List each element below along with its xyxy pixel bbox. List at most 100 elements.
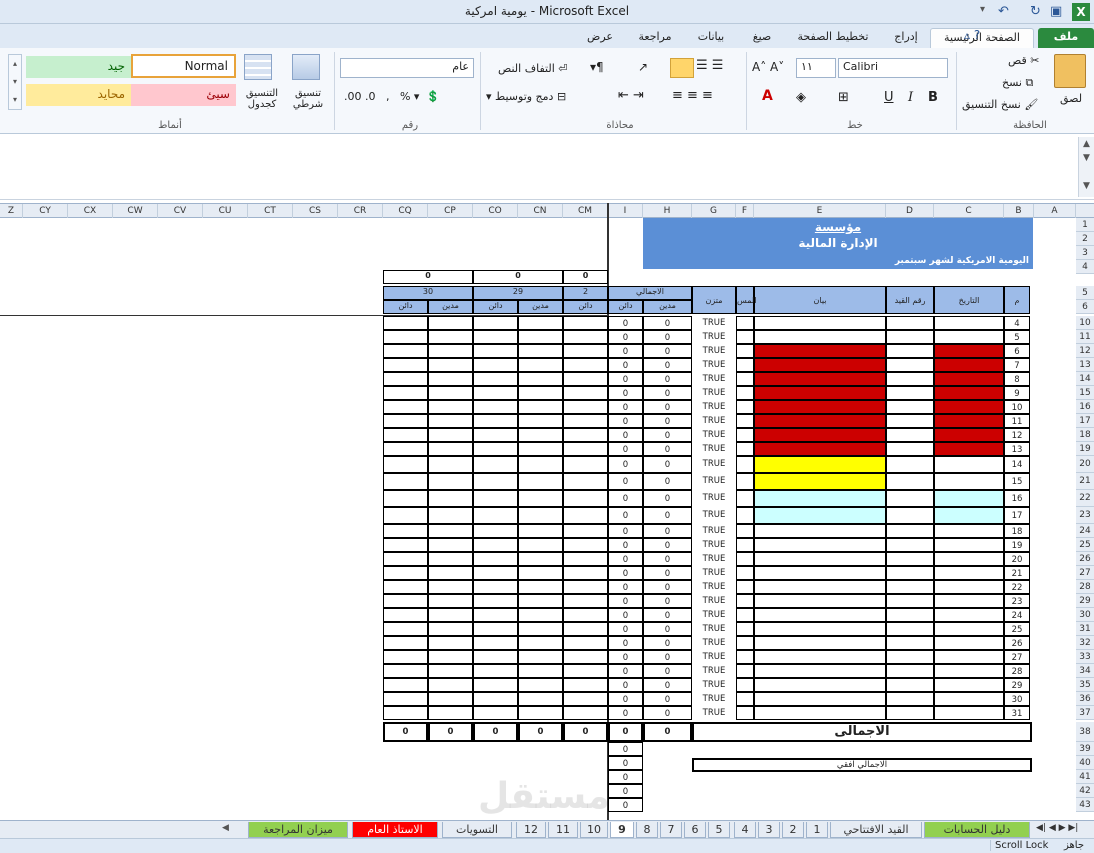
align-left-icon[interactable]: ≡ ≡ ≡ [672,88,713,103]
sheet-tab[interactable]: 7 [660,822,682,838]
f-cell[interactable] [736,636,754,650]
sheet-tab[interactable]: 2 [782,822,804,838]
row-number-cell[interactable]: 31 [1004,706,1030,720]
day-cell[interactable] [428,358,473,372]
tab-formulas[interactable]: صيغ [740,28,784,48]
copy-button[interactable]: نسخ ⧉ [1002,76,1033,90]
description-cell[interactable] [754,358,886,372]
entry-number-cell[interactable] [886,566,934,580]
sheet-tab[interactable]: القيد الافتتاحي [830,822,922,838]
day-cell[interactable] [383,428,428,442]
day-cell[interactable] [563,414,608,428]
font-name-select[interactable]: Calibri [838,58,948,78]
row-number-cell[interactable]: 18 [1004,524,1030,538]
day-cell[interactable] [518,706,563,720]
f-cell[interactable] [736,538,754,552]
entry-number-cell[interactable] [886,473,934,490]
description-cell[interactable] [754,580,886,594]
day-cell[interactable] [428,608,473,622]
entry-number-cell[interactable] [886,636,934,650]
day-cell[interactable] [563,372,608,386]
balanced-cell[interactable]: TRUE [692,692,736,706]
total-credit-cell[interactable]: 0 [608,386,643,400]
entry-number-cell[interactable] [886,414,934,428]
column-header-cell[interactable]: CN [518,204,563,218]
entry-number-cell[interactable] [886,650,934,664]
format-as-table-icon[interactable] [244,54,272,80]
day-cell[interactable] [563,608,608,622]
f-cell[interactable] [736,473,754,490]
total-credit-cell[interactable]: 0 [608,636,643,650]
date-cell[interactable] [934,608,1004,622]
horizontal-total-cell[interactable]: 0 [608,742,643,756]
day-cell[interactable] [383,692,428,706]
date-cell[interactable] [934,622,1004,636]
day-cell[interactable] [518,414,563,428]
row-number-cell[interactable]: 12 [1004,428,1030,442]
day-total-cell[interactable]: 0 [428,722,473,742]
row-number-cell[interactable]: 15 [1004,473,1030,490]
row-header[interactable]: 32 [1076,636,1094,650]
entry-number-cell[interactable] [886,316,934,330]
entry-number-cell[interactable] [886,442,934,456]
column-header-cell[interactable]: CV [158,204,203,218]
day-cell[interactable] [383,330,428,344]
date-cell[interactable] [934,552,1004,566]
entry-number-cell[interactable] [886,490,934,507]
day-cell[interactable] [473,608,518,622]
day-cell[interactable] [473,524,518,538]
day-cell[interactable] [428,538,473,552]
date-cell[interactable] [934,490,1004,507]
balanced-cell[interactable]: TRUE [692,473,736,490]
number-format-select[interactable]: عام [340,58,474,78]
description-cell[interactable] [754,608,886,622]
day-cell[interactable] [383,507,428,524]
total-debit-cell[interactable]: 0 [643,344,692,358]
row-header[interactable]: 25 [1076,538,1094,552]
description-cell[interactable] [754,538,886,552]
bold-button[interactable]: B [928,90,938,105]
day-cell[interactable] [428,473,473,490]
total-debit-cell[interactable]: 0 [643,636,692,650]
column-header-cell[interactable]: CT [248,204,293,218]
tab-page-layout[interactable]: تخطيط الصفحة [790,28,876,48]
balanced-cell[interactable]: TRUE [692,650,736,664]
day-cell[interactable] [428,580,473,594]
date-cell[interactable] [934,316,1004,330]
f-cell[interactable] [736,580,754,594]
date-cell[interactable] [934,414,1004,428]
balanced-cell[interactable]: TRUE [692,316,736,330]
total-credit-cell[interactable]: 0 [608,650,643,664]
total-debit-cell[interactable]: 0 [643,706,692,720]
total-credit-cell[interactable]: 0 [608,428,643,442]
row-header[interactable]: 28 [1076,580,1094,594]
day-cell[interactable] [473,358,518,372]
column-header-cell[interactable]: G [692,204,736,218]
day-cell[interactable] [383,664,428,678]
row-header[interactable]: 31 [1076,622,1094,636]
total-debit-cell[interactable]: 0 [643,358,692,372]
grand-total-debit[interactable]: 0 [643,722,692,742]
balanced-cell[interactable]: TRUE [692,706,736,720]
total-credit-cell[interactable]: 0 [608,664,643,678]
day-cell[interactable] [428,650,473,664]
row-number-cell[interactable]: 26 [1004,636,1030,650]
row-number-cell[interactable]: 29 [1004,678,1030,692]
description-cell[interactable] [754,622,886,636]
f-cell[interactable] [736,386,754,400]
row-header[interactable]: 22 [1076,490,1094,507]
row-header[interactable]: 16 [1076,400,1094,414]
font-grow-shrink-icon[interactable]: A˄ A˅ [752,60,784,74]
column-header-cell[interactable]: H [643,204,692,218]
day-cell[interactable] [428,316,473,330]
day-cell[interactable] [428,414,473,428]
f-cell[interactable] [736,594,754,608]
description-cell[interactable] [754,400,886,414]
balanced-cell[interactable]: TRUE [692,594,736,608]
top-scrollbar[interactable]: ▲ ▼ ▼ [1078,137,1094,197]
description-cell[interactable] [754,636,886,650]
total-credit-cell[interactable]: 0 [608,358,643,372]
date-cell[interactable] [934,507,1004,524]
entry-number-cell[interactable] [886,664,934,678]
entry-number-cell[interactable] [886,678,934,692]
